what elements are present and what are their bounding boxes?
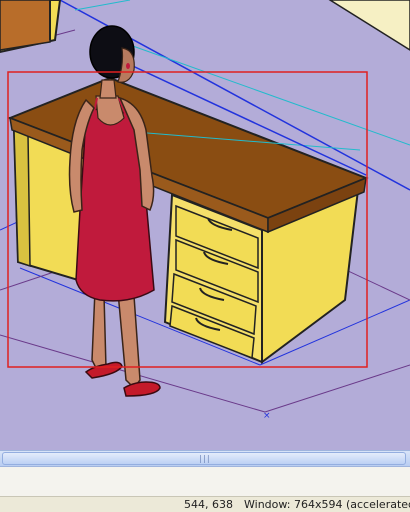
status-spacer [0, 467, 410, 496]
desk[interactable] [7, 76, 369, 364]
wall-cabinet[interactable] [328, 0, 410, 51]
scrollbar-grip-icon: ||| [198, 454, 210, 463]
scene-canvas[interactable]: × [0, 0, 410, 450]
sim-character[interactable] [68, 25, 161, 397]
scrollbar-thumb[interactable]: ||| [2, 452, 406, 465]
svg-text:×: × [263, 411, 271, 421]
window-info: Window: 764x594 (accelerated) [244, 498, 410, 511]
horizontal-scrollbar[interactable]: ||| [0, 450, 410, 467]
status-bar: 544, 638 Window: 764x594 (accelerated) [0, 496, 410, 512]
3d-viewport[interactable]: × [0, 0, 410, 450]
cursor-coordinates: 544, 638 [184, 498, 233, 511]
back-desk[interactable] [0, 0, 62, 54]
